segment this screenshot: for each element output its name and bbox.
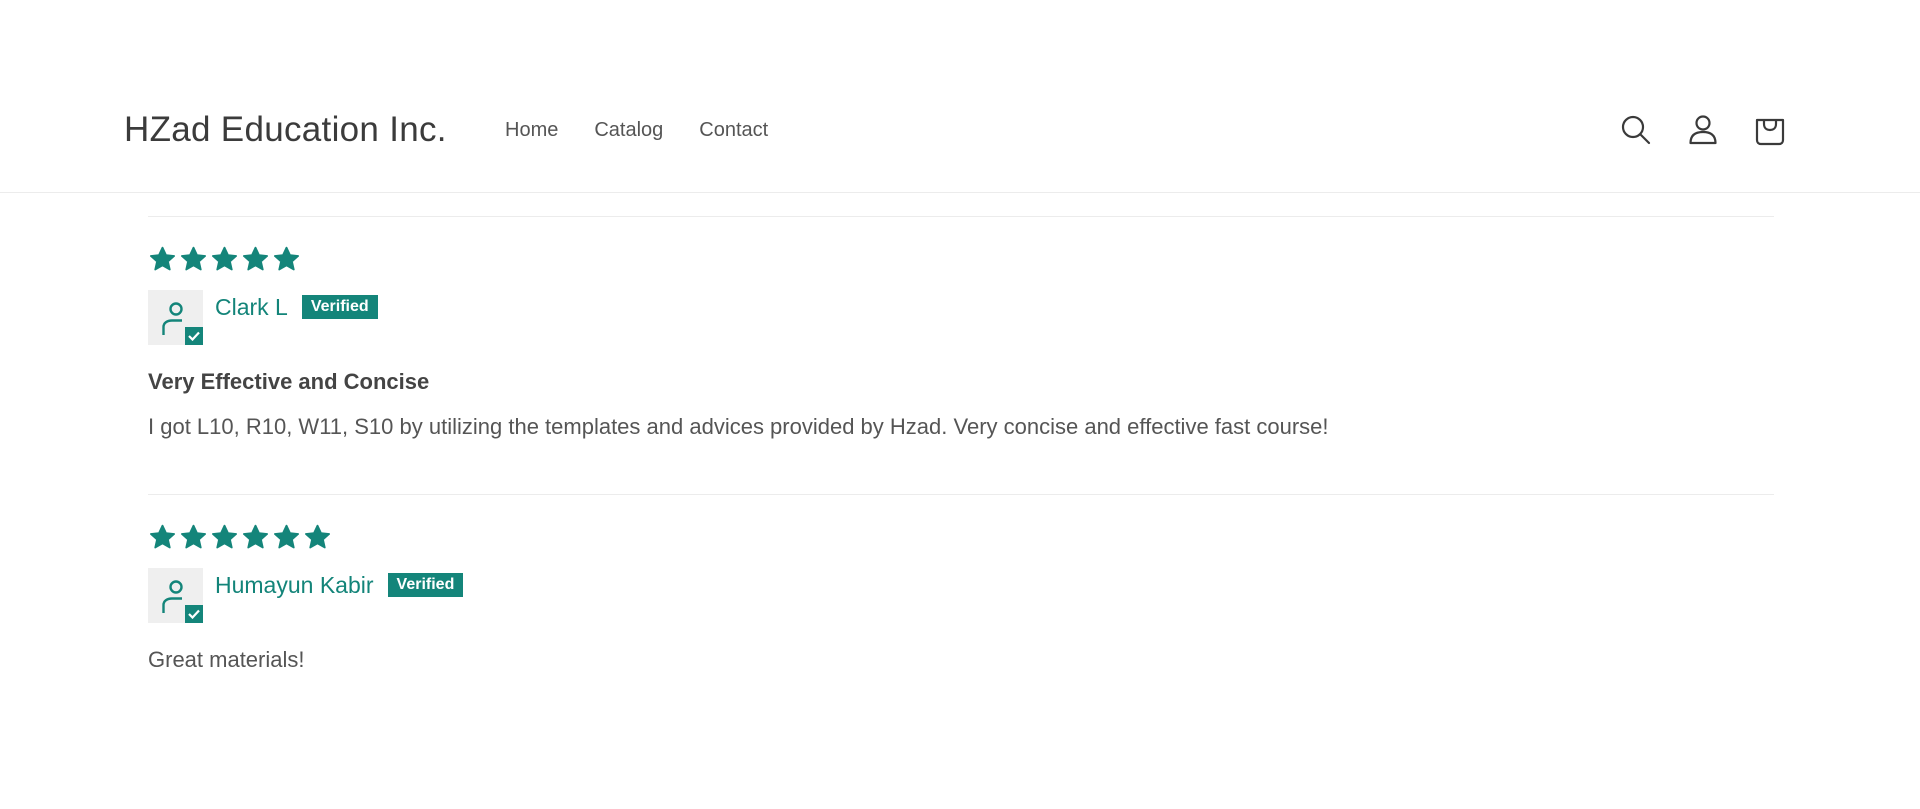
avatar <box>148 290 203 345</box>
review-title: Very Effective and Concise <box>148 369 430 394</box>
nav-catalog[interactable]: Catalog <box>594 116 663 144</box>
review-body: I got L10, R10, W11, S10 by utilizing th… <box>148 414 1329 439</box>
star-icon <box>273 246 300 271</box>
verified-badge: Verified <box>387 573 464 597</box>
verified-check-icon <box>185 605 203 623</box>
review-body: Great materials! <box>148 647 305 672</box>
nav-contact[interactable]: Contact <box>699 116 768 144</box>
avatar <box>148 568 203 623</box>
verified-badge: Verified <box>301 295 378 319</box>
star-icon <box>180 524 207 549</box>
star-icon <box>211 246 238 271</box>
main-nav: Home Catalog Contact <box>505 116 804 144</box>
star-rating <box>148 523 332 552</box>
search-icon[interactable] <box>1616 110 1656 150</box>
star-icon <box>149 246 176 271</box>
star-icon <box>304 524 331 549</box>
site-header: HZad Education Inc. Home Catalog Contact <box>0 0 1920 193</box>
account-icon[interactable] <box>1683 110 1723 150</box>
review-item: Humayun Kabir Verified Great materials! <box>148 494 1774 734</box>
star-icon <box>149 524 176 549</box>
review-author: Humayun Kabir Verified <box>148 568 464 623</box>
star-rating <box>148 245 301 274</box>
star-icon <box>180 246 207 271</box>
author-name: Humayun Kabir <box>215 572 374 598</box>
cart-icon[interactable] <box>1750 110 1790 150</box>
star-icon <box>242 524 269 549</box>
star-icon <box>211 524 238 549</box>
star-icon <box>242 246 269 271</box>
star-icon <box>273 524 300 549</box>
header-actions <box>1616 110 1817 150</box>
reviews-list: Clark L Verified Very Effective and Conc… <box>148 216 1774 734</box>
review-author: Clark L Verified <box>148 290 378 345</box>
nav-home[interactable]: Home <box>505 116 558 144</box>
verified-check-icon <box>185 327 203 345</box>
review-item: Clark L Verified Very Effective and Conc… <box>148 216 1774 494</box>
brand-logo[interactable]: HZad Education Inc. <box>124 106 447 154</box>
author-name: Clark L <box>215 294 288 320</box>
